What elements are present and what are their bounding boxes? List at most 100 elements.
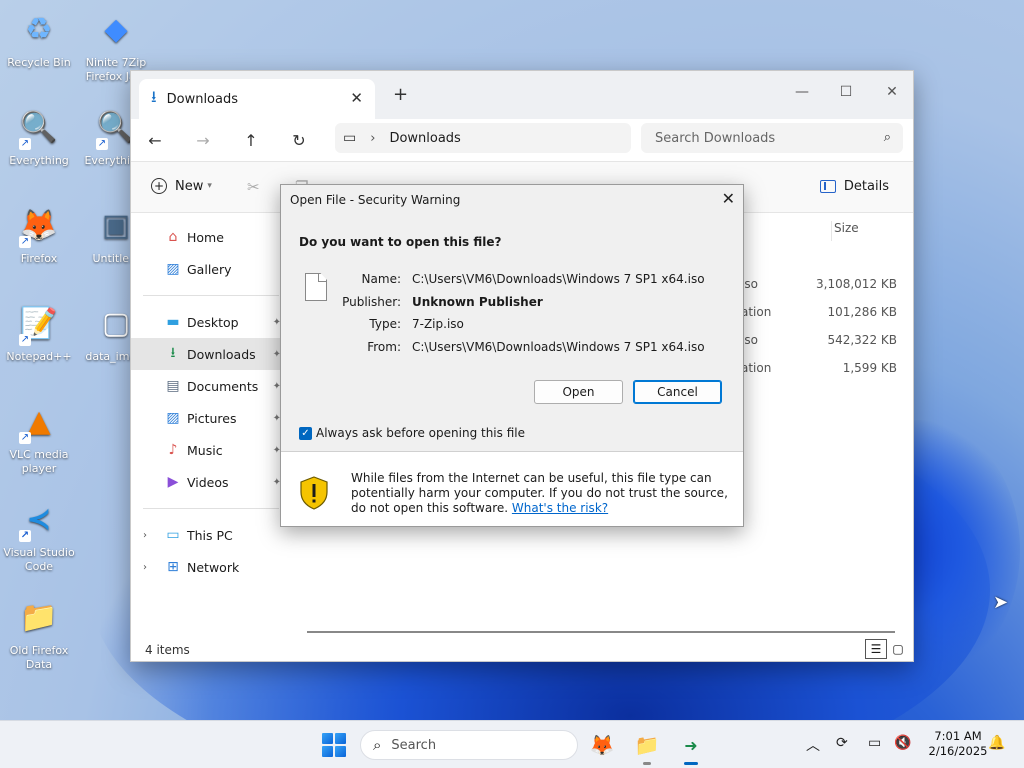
cancel-button[interactable]: Cancel (633, 380, 722, 404)
plus-icon: + (151, 178, 167, 194)
windows-logo-pane (335, 746, 346, 757)
taskbar-file-explorer[interactable]: 📁 (633, 731, 661, 765)
network-icon: ⊞ (167, 559, 179, 575)
desktop-icon-notepadpp[interactable]: 📝 ↗ Notepad++ (1, 302, 77, 364)
sidebar-item-desktop[interactable]: ▬ Desktop ✦ (131, 306, 291, 338)
search-icon: ⌕ (373, 736, 382, 754)
desktop-icon-old-firefox-data[interactable]: 📁 Old Firefox Data (1, 596, 77, 672)
open-button[interactable]: Open (534, 380, 623, 404)
sidebar-item-label: Network (187, 559, 240, 575)
horizontal-scrollbar[interactable] (307, 631, 895, 633)
start-button[interactable] (322, 733, 346, 757)
sidebar-item-label: Gallery (187, 261, 232, 277)
close-window-button[interactable]: ✕ (869, 77, 913, 107)
gallery-icon: ▨ (166, 261, 180, 277)
chevron-right-icon: › (143, 529, 147, 541)
up-button[interactable]: ↑ (227, 131, 275, 150)
dialog-close-icon[interactable]: ✕ (722, 189, 735, 208)
sidebar-item-this-pc[interactable]: › ▭ This PC (131, 519, 291, 551)
tab-title: Downloads (166, 91, 239, 107)
taskbar: ⌕ Search 🦊 📁 ➜ ︿ ⟳ ▭ 🔇 7:01 AM 2/16/2025… (0, 720, 1024, 768)
folder-icon: 📁 (20, 600, 58, 635)
sidebar-item-gallery[interactable]: ▨ Gallery (131, 253, 291, 285)
shortcut-arrow-icon: ↗ (19, 138, 31, 150)
tab-downloads[interactable]: ⭳ Downloads ✕ (139, 79, 375, 119)
new-button[interactable]: + New ▾ (151, 178, 212, 194)
download-arrow-icon: ⭳ (151, 86, 157, 106)
folder-icon: 📁 (634, 733, 660, 757)
desktop-icon-everything[interactable]: 🔍 ↗ Everything (1, 106, 77, 168)
forward-button[interactable]: → (179, 131, 227, 150)
clock-time: 7:01 AM (934, 729, 982, 743)
details-button[interactable]: Details (819, 179, 889, 194)
details-view-button[interactable]: ☰ (865, 639, 887, 659)
desktop-icon-recycle-bin[interactable]: ♻ Recycle Bin (1, 8, 77, 70)
dialog-row-type: Type: 7-Zip.iso (299, 317, 464, 331)
maximize-button[interactable]: ☐ (823, 77, 869, 107)
sidebar-item-home[interactable]: ⌂ Home (131, 221, 291, 253)
tiles-view-button[interactable]: ▢ (887, 639, 909, 659)
minimize-button[interactable]: — (779, 77, 825, 107)
update-icon[interactable]: ⟳ (836, 735, 848, 751)
chevron-down-icon: ▾ (207, 181, 212, 191)
cut-icon[interactable]: ✂ (247, 178, 260, 196)
volume-muted-icon[interactable]: 🔇 (894, 735, 911, 751)
sidebar-item-music[interactable]: ♪ Music ✦ (131, 434, 291, 466)
app-window-icon: ➜ (684, 735, 698, 755)
desktop-icon-label: Firefox (20, 252, 58, 265)
refresh-button[interactable]: ↻ (275, 131, 323, 150)
desktop-icon-firefox[interactable]: 🦊 ↗ Firefox (1, 204, 77, 266)
mouse-cursor-icon: ➤ (993, 592, 1009, 613)
sidebar-item-label: Pictures (187, 410, 237, 426)
sidebar-item-documents[interactable]: ▤ Documents ✦ (131, 370, 291, 402)
new-tab-button[interactable]: + (393, 84, 408, 105)
navigation-pane: ⌂ Home ▨ Gallery ▬ Desktop ✦ ⭳ Downloads… (131, 213, 291, 633)
always-ask-checkbox[interactable]: ✓ Always ask before opening this file (299, 426, 525, 440)
home-icon: ⌂ (168, 229, 178, 245)
sidebar-item-videos[interactable]: ▶ Videos ✦ (131, 466, 291, 498)
search-placeholder: Search Downloads (655, 130, 776, 146)
running-indicator (643, 762, 651, 765)
taskbar-search-placeholder: Search (391, 737, 437, 753)
dialog-row-publisher: Publisher: Unknown Publisher (299, 295, 543, 309)
desktop-icon: ▬ (166, 314, 180, 330)
desktop-icon-label: Everything (9, 154, 69, 167)
row-type: ation (741, 305, 772, 319)
documents-icon: ▤ (166, 378, 180, 394)
details-label: Details (843, 179, 889, 194)
from-value: C:\Users\VM6\Downloads\Windows 7 SP1 x64… (412, 340, 705, 354)
active-indicator (684, 762, 698, 765)
back-button[interactable]: ← (131, 131, 179, 150)
windows-logo-pane (322, 746, 333, 757)
taskbar-clock[interactable]: 7:01 AM 2/16/2025 (918, 729, 998, 759)
row-size: 101,286 KB (827, 305, 897, 319)
network-icon[interactable]: ▭ (868, 735, 881, 751)
dialog-titlebar: Open File - Security Warning ✕ (281, 185, 743, 215)
tab-close-icon[interactable]: ✕ (350, 89, 363, 107)
search-downloads-input[interactable]: Search Downloads ⌕ (641, 123, 903, 153)
sidebar-divider (143, 508, 279, 509)
taskbar-search-box[interactable]: ⌕ Search (360, 730, 578, 760)
notification-bell-icon[interactable]: 🔔 (988, 735, 1005, 751)
row-size: 3,108,012 KB (816, 277, 897, 291)
shortcut-arrow-icon: ↗ (19, 530, 31, 542)
taskbar-firefox[interactable]: 🦊 (588, 731, 616, 759)
warning-shield-icon (300, 476, 328, 510)
desktop-icon-vscode[interactable]: ≺ ↗ Visual Studio Code (1, 498, 77, 574)
dialog-row-from: From: C:\Users\VM6\Downloads\Windows 7 S… (299, 340, 705, 354)
sidebar-item-downloads[interactable]: ⭳ Downloads ✦ (131, 338, 291, 370)
taskbar-security-dialog[interactable]: ➜ (677, 731, 705, 765)
new-label: New (175, 178, 204, 194)
sidebar-item-label: Downloads (187, 346, 256, 362)
security-warning-dialog: Open File - Security Warning ✕ Do you wa… (280, 184, 744, 527)
sidebar-item-pictures[interactable]: ▨ Pictures ✦ (131, 402, 291, 434)
column-header-size[interactable]: Size (831, 221, 859, 241)
whats-the-risk-link[interactable]: What's the risk? (512, 501, 608, 515)
firefox-icon: 🦊 (589, 733, 615, 757)
desktop-icon-vlc[interactable]: ▲ ↗ VLC media player (1, 400, 77, 476)
desktop-icon-label: Recycle Bin (7, 56, 71, 69)
tray-overflow-chevron-icon[interactable]: ︿ (806, 735, 820, 755)
sidebar-item-network[interactable]: › ⊞ Network (131, 551, 291, 583)
sidebar-item-label: Home (187, 229, 224, 245)
address-bar[interactable]: ▭ › Downloads (335, 123, 631, 153)
